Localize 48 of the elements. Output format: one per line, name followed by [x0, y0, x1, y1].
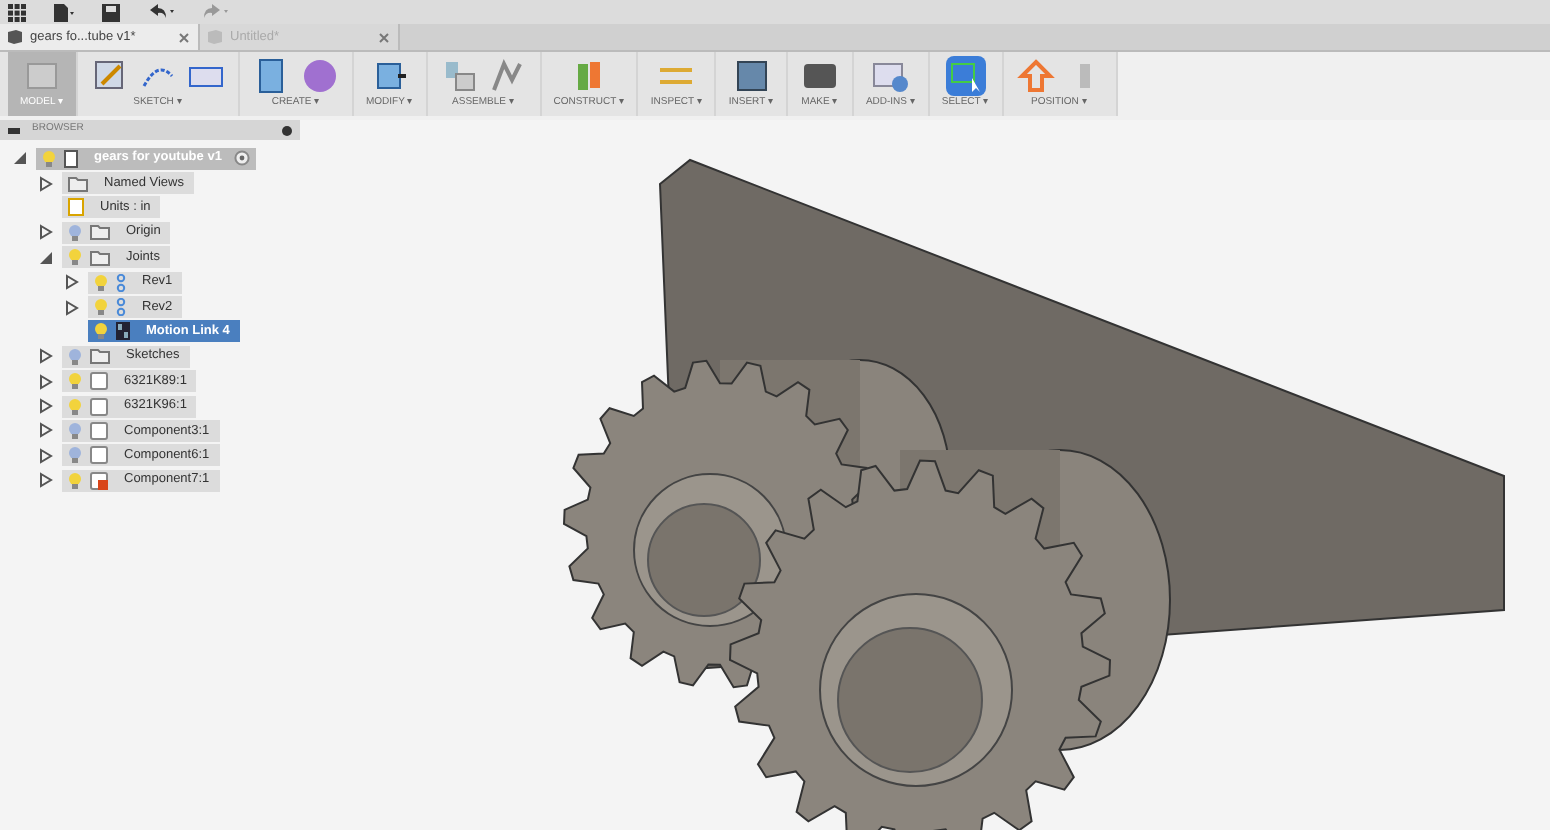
document-tab-icon: [8, 30, 22, 44]
lightbulb-icon[interactable]: [68, 421, 82, 440]
expanded-caret-icon[interactable]: [38, 249, 54, 266]
joint-icon: [116, 273, 126, 292]
image-tool-icon[interactable]: [731, 56, 772, 97]
capture-tool-icon[interactable]: [1015, 56, 1056, 97]
collapsed-caret-icon[interactable]: [38, 472, 54, 489]
lightbulb-icon[interactable]: [68, 347, 82, 366]
document-tab-icon: [208, 30, 222, 44]
folder-icon: [68, 175, 88, 192]
radio-icon[interactable]: [233, 150, 250, 167]
redo-icon[interactable]: [202, 4, 228, 20]
close-icon[interactable]: [378, 31, 390, 43]
collapsed-caret-icon[interactable]: [38, 175, 54, 192]
joint-icon: [116, 298, 126, 317]
select-tool-icon[interactable]: [945, 56, 986, 97]
lightbulb-icon[interactable]: [68, 248, 82, 267]
collapsed-caret-icon[interactable]: [38, 373, 54, 390]
component-icon: [90, 471, 108, 490]
collapsed-caret-icon[interactable]: [38, 447, 54, 464]
lightbulb-icon[interactable]: [68, 471, 82, 490]
document-icon: [64, 149, 78, 168]
undo-icon[interactable]: [148, 4, 174, 20]
close-icon[interactable]: [178, 31, 190, 43]
lightbulb-icon[interactable]: [94, 298, 108, 317]
lightbulb-icon[interactable]: [68, 223, 82, 242]
lightbulb-icon[interactable]: [68, 446, 82, 465]
collapsed-caret-icon[interactable]: [64, 299, 80, 316]
document-icon: [68, 198, 84, 217]
lightbulb-icon[interactable]: [94, 273, 108, 292]
link-icon: [116, 322, 130, 341]
collapsed-caret-icon[interactable]: [38, 398, 54, 415]
collapsed-caret-icon[interactable]: [64, 274, 80, 291]
pin-icon[interactable]: [282, 125, 292, 135]
sphere-tool-icon[interactable]: [299, 56, 340, 97]
folder-icon: [90, 348, 110, 365]
grid-menu-icon[interactable]: [8, 3, 26, 21]
lightbulb-icon[interactable]: [42, 149, 56, 168]
lightbulb-icon[interactable]: [68, 397, 82, 416]
file-icon[interactable]: [54, 3, 74, 21]
expanded-caret-icon[interactable]: [12, 150, 28, 167]
collapsed-caret-icon[interactable]: [38, 348, 54, 365]
lightbulb-icon[interactable]: [94, 322, 108, 341]
collapsed-caret-icon[interactable]: [38, 422, 54, 439]
collapsed-caret-icon[interactable]: [38, 224, 54, 241]
save-icon[interactable]: [102, 3, 120, 21]
collapse-icon[interactable]: [8, 127, 20, 133]
lightbulb-icon[interactable]: [68, 372, 82, 391]
